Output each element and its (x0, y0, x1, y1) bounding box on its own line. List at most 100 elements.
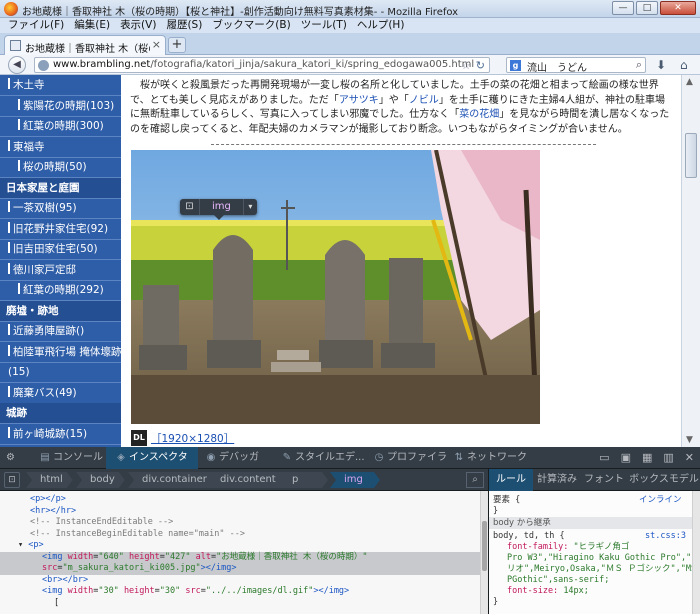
sidebar-item[interactable]: 廃墟・跡地 (0, 301, 121, 322)
sidebar-item[interactable]: 紅葉の時期(292) (0, 280, 121, 301)
crumb-body[interactable]: body (76, 472, 125, 488)
menu-edit[interactable]: 編集(E) (74, 18, 110, 33)
sidebar-item[interactable]: 旧花野井家住宅(92) (0, 219, 121, 240)
sidebar-item[interactable]: 東福寺 (0, 137, 121, 158)
tab-network[interactable]: ⇅ ネットワーク (444, 447, 537, 469)
tab-inspector[interactable]: ◈ インスペクタ (106, 447, 198, 469)
crumb-img[interactable]: img (330, 472, 380, 488)
devtools-settings-icon[interactable]: ⚙ (6, 447, 15, 469)
jizo-photo[interactable] (131, 150, 540, 424)
tab-computed[interactable]: 計算済み (533, 469, 581, 491)
sidebar-item[interactable]: 前ヶ崎城跡(15) (0, 424, 121, 445)
menu-view[interactable]: 表示(V) (120, 18, 156, 33)
sidebar-item[interactable]: 城跡 (0, 403, 121, 424)
infobar-menu-icon[interactable]: ▾ (242, 199, 257, 215)
markup-search-icon[interactable]: ⌕ (466, 472, 484, 488)
tab-box-model[interactable]: ボックスモデル (627, 469, 700, 491)
tab-rules[interactable]: ルール (489, 469, 533, 491)
stylesheet-source-link[interactable]: st.css:3 (645, 531, 686, 542)
crumb-div-content[interactable]: div.content (206, 472, 286, 488)
tab-fonts[interactable]: フォント (581, 469, 627, 491)
minimize-button[interactable]: — (612, 1, 634, 15)
tab-close-icon[interactable]: × (152, 38, 161, 51)
markup-node-line[interactable]: <!-- InstanceBeginEditable name="main" -… (0, 529, 480, 541)
crumb-html[interactable]: html (26, 472, 73, 488)
sidebar-item[interactable]: 廃棄バス(49) (0, 383, 121, 404)
firefox-icon[interactable] (4, 2, 18, 16)
back-button[interactable]: ◀ (8, 56, 26, 74)
markup-node-line[interactable]: <img width="640" height="427" alt="お地蔵様｜… (0, 551, 480, 563)
inline-style-source[interactable]: インライン (639, 495, 682, 506)
page-scrollbar[interactable]: ▲ ▼ (681, 75, 700, 447)
scroll-up-icon[interactable]: ▲ (686, 77, 693, 87)
menu-help[interactable]: ヘルプ(H) (357, 18, 405, 33)
menu-history[interactable]: 履歴(S) (166, 18, 202, 33)
markup-node-line[interactable]: [ (0, 598, 480, 610)
menu-tools[interactable]: ツール(T) (301, 18, 347, 33)
link-nanohana[interactable]: 菜の花畑 (459, 109, 499, 120)
sidebar-item[interactable]: 柏陸軍飛行場 掩体壕跡 (0, 342, 121, 363)
markup-node-line[interactable]: src="m_sakura_katori_ki005.jpg"></img> (0, 563, 480, 575)
search-bar[interactable]: g 流山 うどん ⌕ (506, 57, 646, 74)
undock-icon[interactable]: ▥ (663, 451, 673, 464)
sidebar-item[interactable]: 紫陽花の時期(103) (0, 96, 121, 117)
maximize-button[interactable]: □ (636, 1, 658, 15)
sidebar-item[interactable]: 日本家屋と庭園 (0, 178, 121, 199)
download-icon[interactable]: DL (131, 430, 147, 446)
sidebar-item[interactable]: 一茶双樹(95) (0, 198, 121, 219)
sidebar-item[interactable]: 徳川家戸定邸 (0, 260, 121, 281)
download-link[interactable]: DL ［1920×1280］ (131, 430, 234, 446)
scrollbar-thumb[interactable] (685, 133, 697, 178)
close-window-button[interactable]: ✕ (660, 1, 696, 15)
markup-scroll-thumb[interactable] (482, 521, 487, 571)
crumb-div-container[interactable]: div.container (128, 472, 217, 488)
url-bar[interactable]: www.brambling.net/fotografia/katori_jinj… (34, 57, 490, 73)
url-text[interactable]: www.brambling.net/fotografia/katori_jinj… (53, 59, 474, 70)
menu-bookmarks[interactable]: ブックマーク(B) (212, 18, 290, 33)
browser-tab[interactable]: お地蔵様｜香取神社 木（桜の時期）... × (4, 35, 166, 55)
scroll-down-icon[interactable]: ▼ (686, 435, 693, 445)
markup-node-line[interactable]: <br></br> (0, 575, 480, 587)
tab-debugger[interactable]: ◉ デバッガ (196, 447, 269, 469)
link-nobiru[interactable]: ノビル (409, 95, 439, 106)
site-identity-icon[interactable] (38, 60, 49, 71)
link-asatsuki[interactable]: アサツキ (339, 95, 379, 106)
tab-style-editor[interactable]: ✎ スタイルエデ... (272, 447, 375, 469)
home-icon[interactable]: ⌂ (680, 58, 688, 72)
select-element-icon[interactable]: ⊡ (180, 199, 200, 215)
markup-node-line[interactable]: <img width="30" height="30" src="../../i… (0, 586, 480, 598)
crumb-p[interactable]: p (278, 472, 328, 488)
bookmark-star-icon[interactable]: ☆ (461, 59, 471, 72)
markup-node-line[interactable]: <p></p> (0, 494, 480, 506)
sidebar-bullet-icon (8, 242, 10, 253)
menu-file[interactable]: ファイル(F) (8, 18, 64, 33)
font-family-declaration[interactable]: font-family: "ヒラギノ角ゴ (507, 542, 629, 553)
rules-scrollbar[interactable] (692, 491, 700, 614)
new-tab-button[interactable]: + (168, 37, 186, 53)
download-size-link[interactable]: ［1920×1280］ (151, 431, 234, 446)
markup-view[interactable]: <p></p> <hr></hr> <!-- InstanceEndEditable… (0, 491, 480, 614)
search-input[interactable]: 流山 うどん (527, 59, 587, 74)
sidebar-item[interactable]: 木土寺 (0, 75, 121, 96)
search-engine-icon[interactable]: g (510, 60, 521, 71)
downloads-icon[interactable]: ⬇ (656, 58, 666, 72)
search-icon[interactable]: ⌕ (636, 58, 642, 72)
sidebar-item[interactable]: 旧吉田家住宅(50) (0, 239, 121, 260)
markup-scrollbar[interactable] (480, 491, 488, 614)
sidebar-item[interactable]: 近藤勇陣屋跡() (0, 321, 121, 342)
sidebar-item[interactable]: 桜の時期(50) (0, 157, 121, 178)
sidebar-item[interactable]: 紅葉の時期(300) (0, 116, 121, 137)
dock-side-icon[interactable]: ▦ (642, 451, 652, 464)
tab-bar: お地蔵様｜香取神社 木（桜の時期）... × + (0, 33, 700, 55)
tab-console[interactable]: ▤ コンソール (30, 447, 113, 469)
responsive-mode-icon[interactable]: ▣ (621, 451, 631, 464)
reload-icon[interactable]: ↻ (476, 59, 485, 72)
pick-element-icon[interactable]: ⊡ (4, 472, 20, 488)
split-console-icon[interactable]: ▭ (599, 451, 609, 464)
markup-node-line[interactable]: ▾ <p> (0, 540, 480, 552)
markup-node-line[interactable]: <!-- InstanceEndEditable --> (0, 517, 480, 529)
font-size-declaration[interactable]: font-size: 14px; (507, 586, 589, 597)
sidebar-item[interactable]: (15) (0, 362, 121, 383)
close-devtools-icon[interactable]: ✕ (685, 451, 694, 464)
markup-node-line[interactable]: <hr></hr> (0, 506, 480, 518)
